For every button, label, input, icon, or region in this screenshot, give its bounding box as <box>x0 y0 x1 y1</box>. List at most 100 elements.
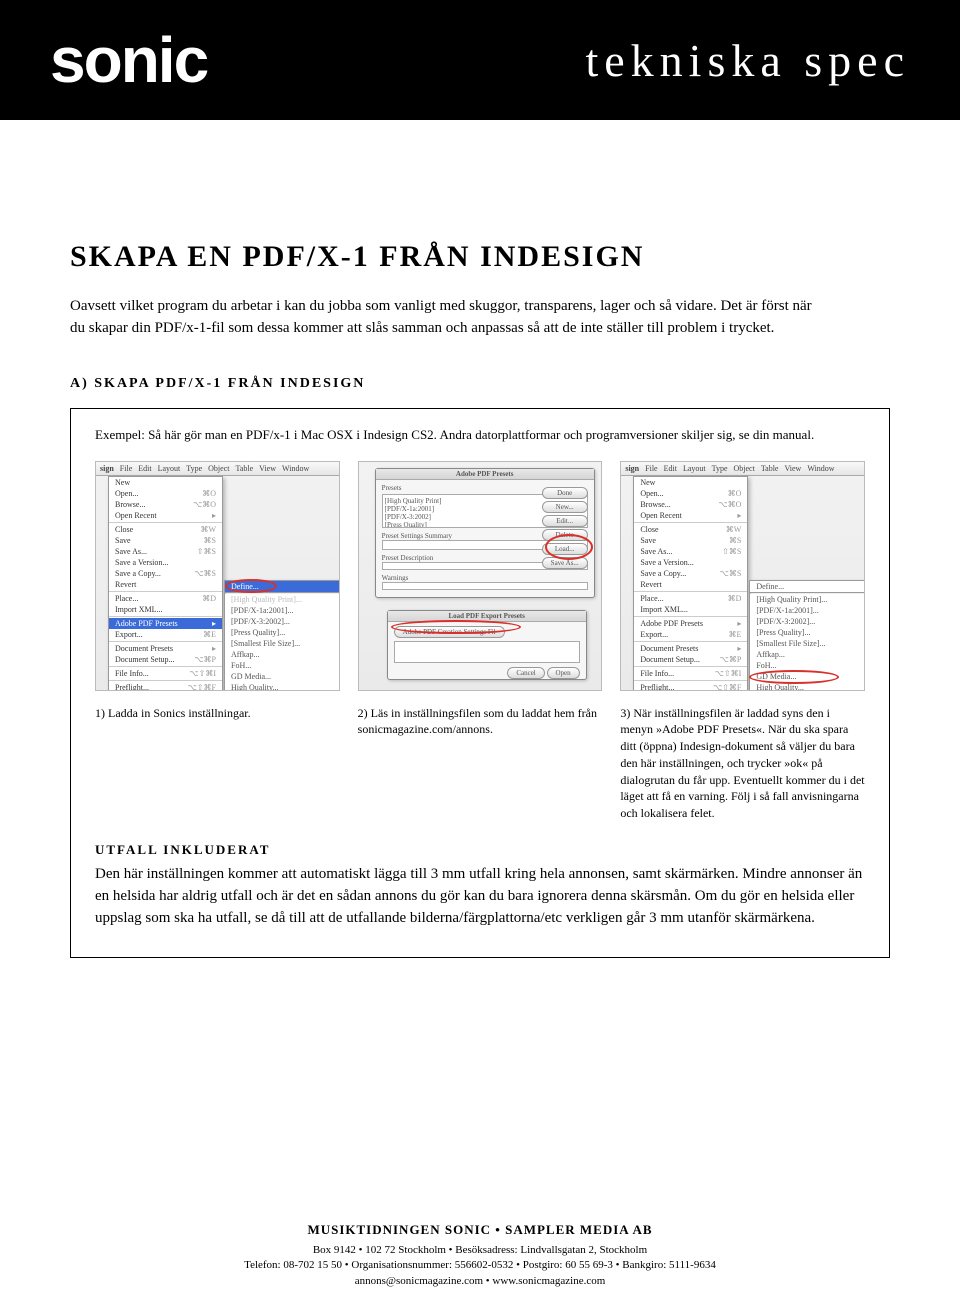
menu-item[interactable]: Save⌘S <box>634 535 747 546</box>
menu-item[interactable]: Save⌘S <box>109 535 222 546</box>
menu-bar: sign File Edit Layout Type Object Table View Win… <box>96 462 339 476</box>
menu-item[interactable]: Save As...⇧⌘S <box>109 546 222 557</box>
presets-dialog: Adobe PDF Presets Presets [High Quality … <box>375 468 595 598</box>
open-button[interactable]: Open <box>547 667 580 679</box>
menu-item[interactable]: Save a Copy...⌥⌘S <box>109 568 222 579</box>
menu-item[interactable]: Open...⌘O <box>109 488 222 499</box>
dialog-button[interactable]: Edit... <box>542 515 588 527</box>
flyout-item[interactable]: FoH... <box>750 660 865 671</box>
menu-item[interactable]: Save a Version... <box>109 557 222 568</box>
flyout-item[interactable]: [High Quality Print]... <box>750 594 865 605</box>
highlight-circle <box>749 670 839 684</box>
screenshots-row: sign File Edit Layout Type Object Table View Win… <box>95 461 865 691</box>
footer-line: annons@sonicmagazine.com • www.sonicmaga… <box>0 1274 960 1289</box>
menu-item[interactable]: Place...⌘D <box>109 593 222 604</box>
dlg-label: Warnings <box>382 574 588 582</box>
menu-item[interactable]: Document Setup...⌥⌘P <box>634 654 747 665</box>
flyout-item[interactable]: [PDF/X-3:2002]... <box>750 616 865 627</box>
example-text: Exempel: Så här gör man en PDF/x-1 i Mac… <box>95 427 865 443</box>
menu-item[interactable]: Revert <box>634 579 747 590</box>
captions-row: 1) Ladda in Sonics inställningar. 2) Läs… <box>95 705 865 823</box>
menu-item[interactable]: Document Setup...⌥⌘P <box>109 654 222 665</box>
flyout-item[interactable]: Affkap... <box>750 649 865 660</box>
footer: MUSIKTIDNINGEN SONIC • SAMPLER MEDIA AB … <box>0 1221 960 1289</box>
highlight-circle <box>391 620 521 634</box>
menubar-item[interactable]: File <box>645 464 657 473</box>
logo: sonic <box>50 23 207 97</box>
instruction-box: Exempel: Så här gör man en PDF/x-1 i Mac… <box>70 408 890 959</box>
menubar-item[interactable]: Window <box>807 464 834 473</box>
flyout-item[interactable]: Define... <box>750 581 865 592</box>
intro-text: Oavsett vilket program du arbetar i kan … <box>70 296 830 340</box>
menubar-item[interactable]: Edit <box>664 464 677 473</box>
menubar-item[interactable]: sign <box>100 464 114 473</box>
flyout-item[interactable]: [High Quality Print]... <box>225 594 340 605</box>
dialog-title: Adobe PDF Presets <box>376 469 594 480</box>
menubar-item[interactable]: Edit <box>138 464 151 473</box>
menu-item[interactable]: Export...⌘E <box>634 629 747 640</box>
flyout-item[interactable]: [PDF/X-3:2002]... <box>225 616 340 627</box>
cancel-button[interactable]: Cancel <box>507 667 544 679</box>
highlight-circle <box>545 534 593 560</box>
menu-item[interactable]: Preflight...⌥⇧⌘F <box>109 682 222 691</box>
menu-item[interactable]: Import XML... <box>634 604 747 615</box>
file-menu: NewOpen...⌘OBrowse...⌥⌘OOpen Recent▸ Clos… <box>108 476 223 691</box>
flyout-item[interactable]: [Press Quality]... <box>750 627 865 638</box>
menu-item[interactable]: Save a Version... <box>634 557 747 568</box>
menubar-item[interactable]: Layout <box>158 464 181 473</box>
menubar-item[interactable]: Object <box>208 464 229 473</box>
menu-item[interactable]: Open Recent▸ <box>109 510 222 521</box>
flyout-item[interactable]: [Press Quality]... <box>225 627 340 638</box>
highlight-circle <box>225 579 277 593</box>
menubar-item[interactable]: Type <box>712 464 728 473</box>
menu-item[interactable]: Close⌘W <box>634 524 747 535</box>
menubar-item[interactable]: View <box>784 464 801 473</box>
menubar-item[interactable]: Layout <box>683 464 706 473</box>
screenshot-3: sign File Edit Layout Type Object Table View Win… <box>620 461 865 691</box>
menu-item[interactable]: Open Recent▸ <box>634 510 747 521</box>
dialog-button[interactable]: Done <box>542 487 588 499</box>
menubar-item[interactable]: sign <box>625 464 639 473</box>
menu-item[interactable]: Open...⌘O <box>634 488 747 499</box>
menubar-item[interactable]: Object <box>734 464 755 473</box>
menu-item[interactable]: Save As...⇧⌘S <box>634 546 747 557</box>
flyout-item[interactable]: Affkap... <box>225 649 340 660</box>
menubar-item[interactable]: File <box>120 464 132 473</box>
menubar-item[interactable]: Window <box>282 464 309 473</box>
menubar-item[interactable]: View <box>259 464 276 473</box>
flyout-item[interactable]: [PDF/X-1a:2001]... <box>225 605 340 616</box>
menu-item[interactable]: Export...⌘E <box>109 629 222 640</box>
menu-item[interactable]: Adobe PDF Presets▸ <box>634 618 747 629</box>
menu-bar: sign File Edit Layout Type Object Table View Win… <box>621 462 864 476</box>
menu-item[interactable]: File Info...⌥⇧⌘I <box>634 668 747 679</box>
menu-item[interactable]: Adobe PDF Presets▸ <box>109 618 222 629</box>
caption-3: 3) När inställningsfilen är laddad syns … <box>620 705 865 823</box>
menu-item[interactable]: Browse...⌥⌘O <box>109 499 222 510</box>
menu-item[interactable]: File Info...⌥⇧⌘I <box>109 668 222 679</box>
menu-item[interactable]: New <box>109 477 222 488</box>
footer-company: MUSIKTIDNINGEN SONIC • SAMPLER MEDIA AB <box>0 1221 960 1239</box>
dialog-button[interactable]: New... <box>542 501 588 513</box>
menu-item[interactable]: Revert <box>109 579 222 590</box>
flyout-item[interactable]: GD Media... <box>225 671 340 682</box>
pdf-presets-flyout: Define...[High Quality Print]...[PDF/X-1… <box>224 580 340 691</box>
menubar-item[interactable]: Type <box>186 464 202 473</box>
flyout-item[interactable]: High Quality... <box>225 682 340 691</box>
menu-item[interactable]: Document Presets▸ <box>634 643 747 654</box>
menubar-item[interactable]: Table <box>761 464 779 473</box>
flyout-item[interactable]: FoH... <box>225 660 340 671</box>
menu-item[interactable]: Save a Copy...⌥⌘S <box>634 568 747 579</box>
menu-item[interactable]: Browse...⌥⌘O <box>634 499 747 510</box>
flyout-item[interactable]: [Smallest File Size]... <box>225 638 340 649</box>
menubar-item[interactable]: Table <box>235 464 253 473</box>
menu-item[interactable]: Import XML... <box>109 604 222 615</box>
flyout-item[interactable]: [Smallest File Size]... <box>750 638 865 649</box>
utfall-text: Den här inställningen kommer att automat… <box>95 864 865 929</box>
menu-item[interactable]: New <box>634 477 747 488</box>
flyout-item[interactable]: [PDF/X-1a:2001]... <box>750 605 865 616</box>
caption-2: 2) Läs in inställningsfilen som du ladda… <box>358 705 603 823</box>
menu-item[interactable]: Document Presets▸ <box>109 643 222 654</box>
menu-item[interactable]: Place...⌘D <box>634 593 747 604</box>
menu-item[interactable]: Close⌘W <box>109 524 222 535</box>
menu-item[interactable]: Preflight...⌥⇧⌘F <box>634 682 747 691</box>
